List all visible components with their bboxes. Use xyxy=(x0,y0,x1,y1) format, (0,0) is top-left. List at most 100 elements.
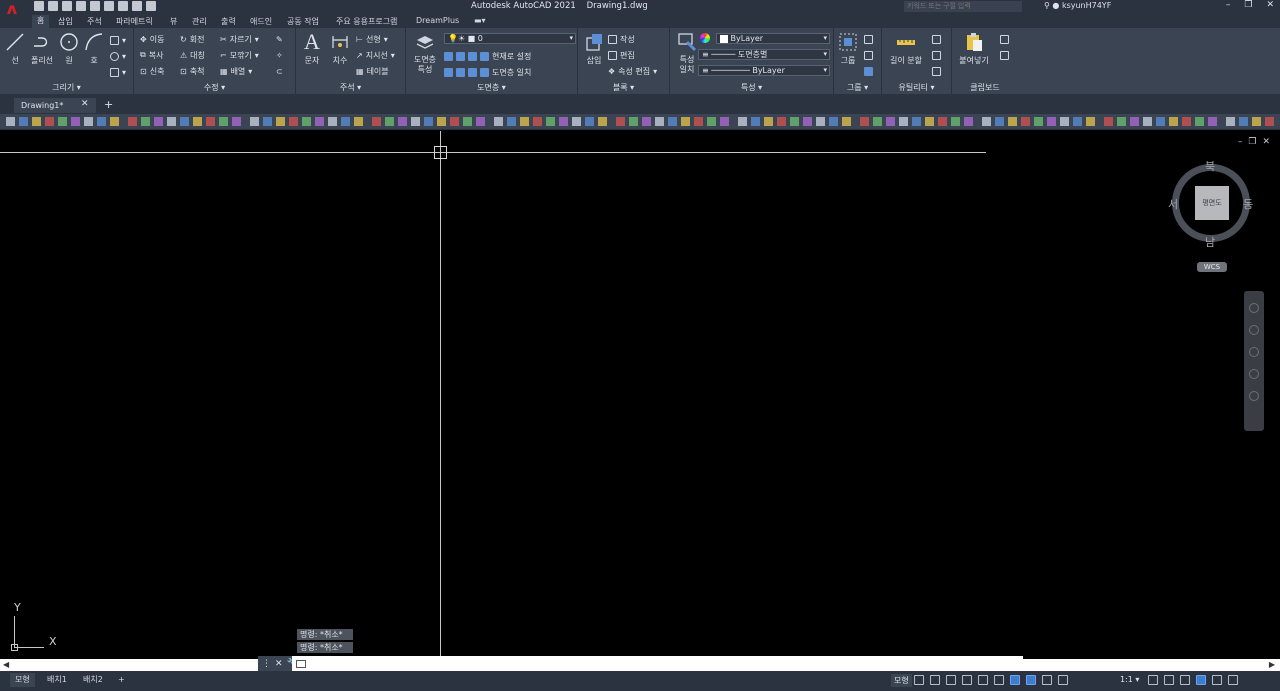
line-tool[interactable]: 선 xyxy=(3,32,27,66)
toolbar-tool-icon[interactable] xyxy=(995,117,1004,126)
toolbar-tool-icon[interactable] xyxy=(751,117,760,126)
polar-icon[interactable] xyxy=(962,675,972,685)
plot-icon[interactable] xyxy=(118,1,128,11)
stretch-tool[interactable]: ⊡ 신축 xyxy=(140,65,164,77)
toolbar-tool-icon[interactable] xyxy=(1008,117,1017,126)
toolbar-tool-icon[interactable] xyxy=(951,117,960,126)
dimension-tool[interactable]: 치수 xyxy=(328,32,352,66)
tab-insert[interactable]: 삽입 xyxy=(58,16,73,27)
tab-parametric[interactable]: 파라메트릭 xyxy=(116,16,153,27)
annotation-scale[interactable]: 1:1 ▾ xyxy=(1120,675,1139,684)
paste-tool[interactable]: 붙여넣기 xyxy=(956,32,992,66)
toolbar-tool-icon[interactable] xyxy=(1034,117,1043,126)
trim-tool[interactable]: ✂ 자르기 ▾ xyxy=(220,33,259,45)
layout-tab-layout1[interactable]: 배치1 xyxy=(42,673,72,687)
hardware-acceleration-icon[interactable] xyxy=(1196,675,1206,685)
toolbar-tool-icon[interactable] xyxy=(816,117,825,126)
toolbar-tool-icon[interactable] xyxy=(507,117,516,126)
customization-menu-icon[interactable] xyxy=(1228,675,1238,685)
toolbar-tool-icon[interactable] xyxy=(616,117,625,126)
toolbar-tool-icon[interactable] xyxy=(180,117,189,126)
web-open-icon[interactable] xyxy=(90,1,100,11)
toolbar-tool-icon[interactable] xyxy=(764,117,773,126)
toolbar-tool-icon[interactable] xyxy=(899,117,908,126)
toolbar-tool-icon[interactable] xyxy=(707,117,716,126)
viewport-close-button[interactable]: ✕ xyxy=(1262,137,1270,147)
orbit-icon[interactable] xyxy=(1249,369,1259,379)
table-tool[interactable]: ▦ 테이블 xyxy=(356,65,389,77)
toolbar-tool-icon[interactable] xyxy=(572,117,581,126)
toolbar-tool-icon[interactable] xyxy=(206,117,215,126)
tab-home[interactable]: 홈 xyxy=(32,15,50,28)
toolbar-tool-icon[interactable] xyxy=(1226,117,1235,126)
toolbar-tool-icon[interactable] xyxy=(32,117,41,126)
clean-screen-icon[interactable] xyxy=(1212,675,1222,685)
copy-clip-tool[interactable] xyxy=(1000,49,1009,61)
toolbar-tool-icon[interactable] xyxy=(276,117,285,126)
save-as-icon[interactable] xyxy=(76,1,86,11)
toolbar-tool-icon[interactable] xyxy=(84,117,93,126)
close-command-line-icon[interactable]: ✕ xyxy=(275,659,283,669)
toolbar-tool-icon[interactable] xyxy=(1117,117,1126,126)
toolbar-tool-icon[interactable] xyxy=(938,117,947,126)
toolbar-tool-icon[interactable] xyxy=(520,117,529,126)
toolbar-tool-icon[interactable] xyxy=(720,117,729,126)
toolbar-tool-icon[interactable] xyxy=(533,117,542,126)
annotation-visibility-icon[interactable] xyxy=(1042,675,1052,685)
toolbar-tool-icon[interactable] xyxy=(790,117,799,126)
toolbar-tool-icon[interactable] xyxy=(1169,117,1178,126)
new-layout-button[interactable]: + xyxy=(113,673,130,687)
toolbar-tool-icon[interactable] xyxy=(424,117,433,126)
explode-tool[interactable]: ✧ xyxy=(276,49,283,61)
panel-title-block[interactable]: 블록 ▾ xyxy=(578,82,669,93)
compass-south[interactable]: 남 xyxy=(1205,234,1215,250)
toolbar-tool-icon[interactable] xyxy=(559,117,568,126)
toolbar-tool-icon[interactable] xyxy=(19,117,28,126)
scale-tool[interactable]: ⊡ 축척 xyxy=(180,65,204,77)
toolbar-tool-icon[interactable] xyxy=(154,117,163,126)
match-properties-tool[interactable]: 특성 일치 xyxy=(673,32,701,75)
toolbar-tool-icon[interactable] xyxy=(1021,117,1030,126)
toolbar-tool-icon[interactable] xyxy=(398,117,407,126)
mirror-tool[interactable]: ⚠ 대칭 xyxy=(180,49,205,61)
edit-block-tool[interactable]: 편집 xyxy=(608,49,635,61)
offset-tool[interactable]: ⊂ xyxy=(276,65,283,77)
toolbar-tool-icon[interactable] xyxy=(167,117,176,126)
toolbar-tool-icon[interactable] xyxy=(45,117,54,126)
toolbar-tool-icon[interactable] xyxy=(1239,117,1248,126)
object-snap-tracking-icon[interactable] xyxy=(994,675,1004,685)
hatch-tool[interactable]: ▾ xyxy=(110,66,126,78)
open-icon[interactable] xyxy=(48,1,58,11)
toolbar-tool-icon[interactable] xyxy=(829,117,838,126)
toolbar-tool-icon[interactable] xyxy=(1208,117,1217,126)
panel-title-layers[interactable]: 도면층 ▾ xyxy=(406,82,577,93)
restore-button[interactable]: ❐ xyxy=(1244,0,1252,10)
showmotion-icon[interactable] xyxy=(1249,391,1259,401)
toolbar-tool-icon[interactable] xyxy=(372,117,381,126)
toolbar-tool-icon[interactable] xyxy=(1086,117,1095,126)
edit-attributes-tool[interactable]: ❖ 속성 편집 ▾ xyxy=(608,65,657,77)
color-wheel-icon[interactable] xyxy=(700,33,710,43)
toolbar-tool-icon[interactable] xyxy=(494,117,503,126)
rotate-tool[interactable]: ↻ 회전 xyxy=(180,33,204,45)
toolbar-tool-icon[interactable] xyxy=(642,117,651,126)
toolbar-tool-icon[interactable] xyxy=(629,117,638,126)
group-tool[interactable]: 그룹 xyxy=(836,32,860,66)
autoscale-icon[interactable] xyxy=(1058,675,1068,685)
toolbar-tool-icon[interactable] xyxy=(354,117,363,126)
toolbar-tool-icon[interactable] xyxy=(437,117,446,126)
drawing-canvas[interactable]: – ❐ ✕ 평면도 북 남 서 동 WCS Y X 명령: *취소* 명령: *… xyxy=(0,131,1280,659)
toolbar-tool-icon[interactable] xyxy=(232,117,241,126)
object-snap-icon[interactable] xyxy=(1010,675,1020,685)
drag-handle-icon[interactable]: ⋮ xyxy=(262,659,271,669)
panel-title-draw[interactable]: 그리기 ▾ xyxy=(0,82,133,93)
toolbar-tool-icon[interactable] xyxy=(341,117,350,126)
ungroup-tool[interactable] xyxy=(864,33,873,45)
toolbar-tool-icon[interactable] xyxy=(842,117,851,126)
undo-icon[interactable] xyxy=(132,1,142,11)
toolbar-tool-icon[interactable] xyxy=(873,117,882,126)
toolbar-tool-icon[interactable] xyxy=(250,117,259,126)
toolbar-tool-icon[interactable] xyxy=(97,117,106,126)
toolbar-tool-icon[interactable] xyxy=(925,117,934,126)
annotation-monitor-icon[interactable] xyxy=(1164,675,1174,685)
